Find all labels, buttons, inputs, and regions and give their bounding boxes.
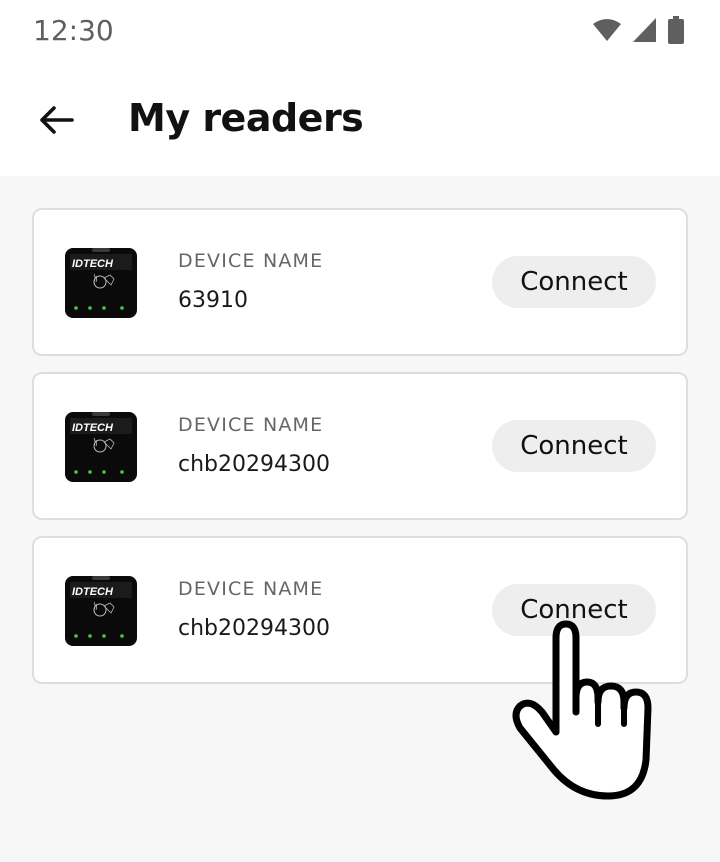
status-icons [592,15,684,49]
card-reader-image: IDTECH [64,574,138,648]
card-reader-image: IDTECH [64,246,138,320]
connect-button[interactable]: Connect [492,420,656,472]
device-name-value: 63910 [178,288,248,313]
status-time: 12:30 [33,14,114,47]
device-name-label: DEVICE NAME [178,414,324,436]
device-name-label: DEVICE NAME [178,250,324,272]
battery-icon [668,15,684,49]
app-bar: My readers [0,66,720,176]
card-reader-image: IDTECH [64,410,138,484]
arrow-left-icon [38,105,74,140]
page-title: My readers [128,96,364,140]
reader-card: IDTECH DEVICE NAME 63910 Connect [32,208,688,356]
brand-logo: IDTECH [72,422,114,434]
reader-card: IDTECH DEVICE NAME chb20294300 Connect [32,372,688,520]
hand-pointer-icon [510,620,660,805]
status-bar: 12:30 [0,0,720,66]
cell-signal-icon [632,17,658,48]
connect-button[interactable]: Connect [492,256,656,308]
device-name-value: chb20294300 [178,452,330,477]
device-name-value: chb20294300 [178,616,330,641]
wifi-icon [592,18,622,47]
brand-logo: IDTECH [72,586,114,598]
device-name-label: DEVICE NAME [178,578,324,600]
back-button[interactable] [28,94,84,150]
brand-logo: IDTECH [72,258,114,270]
